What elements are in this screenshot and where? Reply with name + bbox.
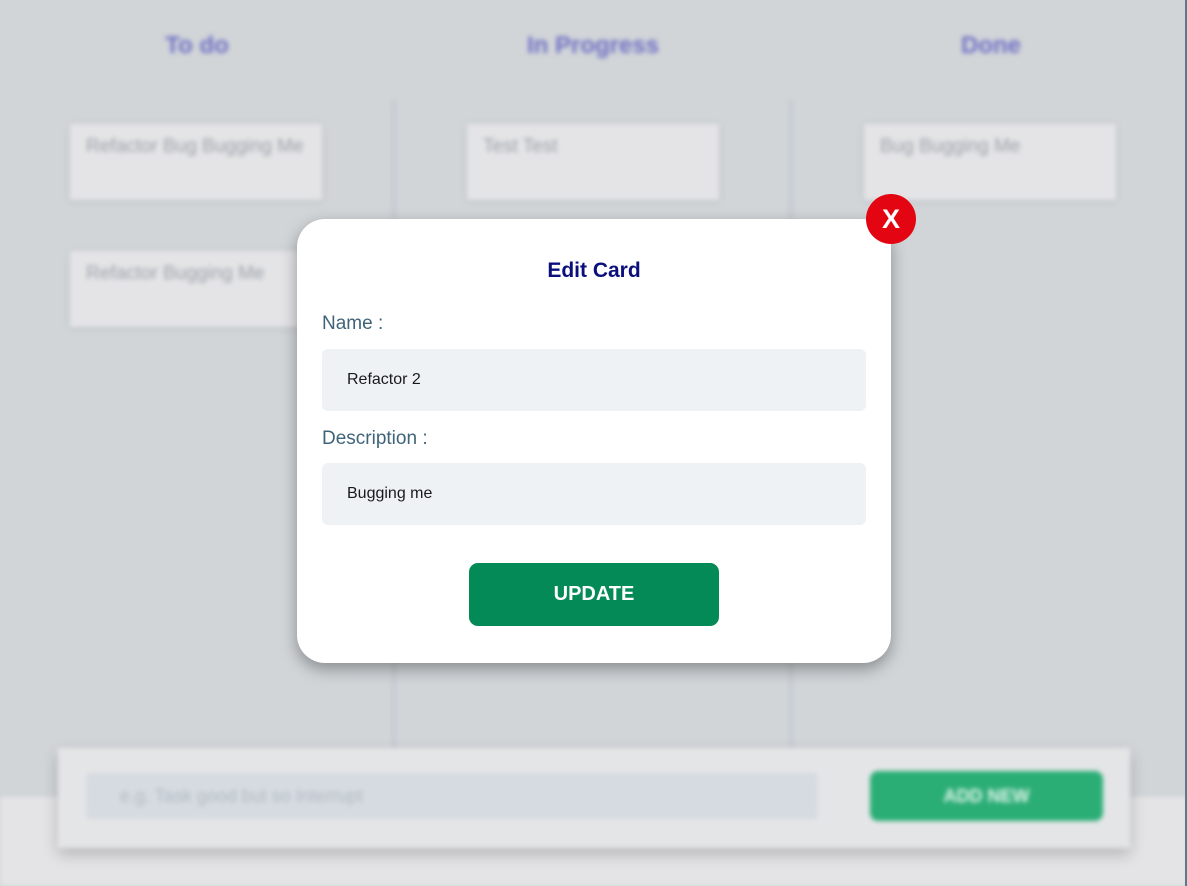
board-card-label: Refactor Bugging Me <box>86 263 265 284</box>
update-button[interactable]: UPDATE <box>469 563 719 626</box>
board-card[interactable]: Refactor Bugging Me <box>70 251 322 327</box>
board-card-label: Test Test <box>483 136 558 157</box>
new-task-input[interactable]: e.g. Task good but so Interrupt <box>86 773 818 819</box>
modal-title: Edit Card <box>547 259 641 282</box>
board-card[interactable]: Test Test <box>467 124 719 200</box>
description-label: Description : <box>322 428 428 449</box>
description-input[interactable] <box>322 463 866 525</box>
column-title-todo: To do <box>165 32 229 59</box>
column-title-in-progress: In Progress <box>526 32 660 59</box>
column-title-done: Done <box>961 32 1021 59</box>
page: To do In Progress Done Refactor Bug Bugg… <box>0 0 1187 886</box>
close-icon[interactable]: X <box>866 194 916 244</box>
board-card[interactable]: Bug Bugging Me <box>864 124 1116 200</box>
name-input[interactable] <box>322 349 866 411</box>
add-card-bar: e.g. Task good but so Interrupt ADD NEW <box>58 748 1130 848</box>
add-new-button[interactable]: ADD NEW <box>870 771 1103 821</box>
board-card-label: Bug Bugging Me <box>880 136 1021 157</box>
name-label: Name : <box>322 313 384 334</box>
board-card[interactable]: Refactor Bug Bugging Me <box>70 124 322 200</box>
edit-card-modal: Edit Card Name : Description : UPDATE <box>297 219 891 663</box>
board-card-label: Refactor Bug Bugging Me <box>86 136 304 157</box>
